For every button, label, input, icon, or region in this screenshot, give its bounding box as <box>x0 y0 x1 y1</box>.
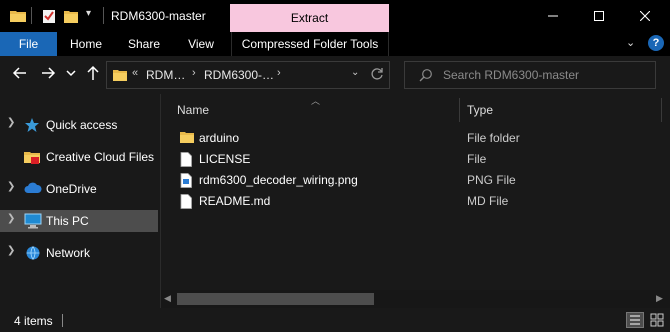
breadcrumb-item[interactable]: RDM6300-… <box>204 68 274 82</box>
tab-file[interactable]: File <box>0 32 57 56</box>
properties-icon[interactable] <box>42 9 56 27</box>
sort-ascending-icon: ︿ <box>311 96 321 106</box>
sidebar-item-label: Creative Cloud Files <box>46 150 155 164</box>
minimize-button[interactable] <box>530 0 576 32</box>
file-type: MD File <box>467 194 509 208</box>
title-bar: ▾ RDM6300-master Extract <box>0 0 670 32</box>
ribbon-tabs: File Home Share View Compressed Folder T… <box>0 32 670 56</box>
breadcrumb-separator-icon[interactable]: › <box>277 67 281 79</box>
expand-chevron-icon[interactable]: ❯ <box>7 117 15 128</box>
sidebar-item-quick-access[interactable]: ❯ Quick access <box>0 114 158 136</box>
close-button[interactable] <box>622 0 668 32</box>
status-bar: 4 items <box>0 308 670 332</box>
sidebar-item-this-pc[interactable]: ❯ This PC <box>0 210 158 232</box>
large-icons-view-button[interactable] <box>648 312 666 328</box>
navigation-bar: « RDM… › RDM6300-… › ⌄ <box>0 56 670 94</box>
column-divider[interactable] <box>459 98 460 122</box>
back-button[interactable] <box>12 65 28 84</box>
scroll-right-icon[interactable]: ▶ <box>656 293 663 304</box>
expand-ribbon-icon[interactable]: ⌄ <box>626 36 635 49</box>
network-icon <box>24 245 42 264</box>
search-box[interactable] <box>404 61 656 89</box>
tab-share[interactable]: Share <box>115 32 173 56</box>
sidebar-item-label: Network <box>46 246 91 260</box>
cloud-icon <box>24 181 42 198</box>
divider <box>103 7 104 24</box>
column-header-type[interactable]: Type <box>467 98 493 122</box>
new-folder-icon[interactable] <box>64 9 78 26</box>
up-button[interactable] <box>86 65 100 84</box>
file-type: PNG File <box>467 173 516 187</box>
maximize-button[interactable] <box>576 0 622 32</box>
scroll-left-icon[interactable]: ◀ <box>164 293 171 304</box>
file-name: LICENSE <box>199 152 251 166</box>
extract-contextual-tab[interactable]: Extract <box>230 4 389 32</box>
column-divider[interactable] <box>661 98 662 122</box>
expand-chevron-icon[interactable]: ❯ <box>7 213 15 224</box>
file-name: rdm6300_decoder_wiring.png <box>199 173 358 187</box>
file-row[interactable]: README.md MD File <box>177 191 647 212</box>
creative-cloud-folder-icon <box>24 149 40 168</box>
file-list: ︿ Name Type arduino File folder LICENSE … <box>161 94 670 308</box>
star-icon <box>24 117 40 136</box>
sidebar-item-label: Quick access <box>46 118 118 132</box>
breadcrumb-separator-icon[interactable]: › <box>192 67 196 79</box>
folder-icon <box>113 68 127 85</box>
help-icon[interactable]: ? <box>648 35 664 51</box>
folder-icon <box>180 131 194 147</box>
sidebar-item-label: This PC <box>46 214 89 228</box>
column-header-name[interactable]: Name <box>177 98 209 122</box>
file-row[interactable]: arduino File folder <box>177 128 647 149</box>
file-name: README.md <box>199 194 271 208</box>
tab-home[interactable]: Home <box>57 32 115 56</box>
sidebar-item-onedrive[interactable]: ❯ OneDrive <box>0 178 158 200</box>
search-icon <box>419 68 433 85</box>
address-bar[interactable]: « RDM… › RDM6300-… › ⌄ <box>106 61 390 89</box>
file-name: arduino <box>199 131 240 145</box>
computer-icon <box>24 213 42 232</box>
details-view-button[interactable] <box>626 312 644 328</box>
forward-button[interactable] <box>40 65 56 84</box>
expand-chevron-icon[interactable]: ❯ <box>7 245 15 256</box>
sidebar-item-network[interactable]: ❯ Network <box>0 242 158 264</box>
tab-view[interactable]: View <box>173 32 229 56</box>
navigation-pane: ❯ Quick access Creative Cloud Files ❯ On… <box>0 94 158 308</box>
breadcrumb-item[interactable]: RDM… <box>146 68 185 82</box>
breadcrumb-overflow-button[interactable]: « <box>132 67 138 79</box>
horizontal-scrollbar[interactable]: ◀ ▶ <box>161 290 670 308</box>
file-icon <box>180 194 192 212</box>
file-row[interactable]: rdm6300_decoder_wiring.png PNG File <box>177 170 647 191</box>
image-file-icon <box>180 173 192 191</box>
divider <box>31 7 32 24</box>
divider <box>62 314 63 327</box>
search-input[interactable] <box>443 62 648 88</box>
file-icon <box>180 152 192 170</box>
address-history-dropdown-icon[interactable]: ⌄ <box>351 67 359 78</box>
window-title: RDM6300-master <box>111 9 206 23</box>
sidebar-item-creative-cloud-files[interactable]: Creative Cloud Files <box>0 146 158 168</box>
file-type: File <box>467 152 487 166</box>
file-row[interactable]: LICENSE File <box>177 149 647 170</box>
sidebar-item-label: OneDrive <box>46 182 97 196</box>
recent-locations-button[interactable] <box>66 67 76 81</box>
file-type: File folder <box>467 131 520 145</box>
refresh-icon[interactable] <box>370 67 384 84</box>
scrollbar-thumb[interactable] <box>177 293 374 305</box>
expand-chevron-icon[interactable]: ❯ <box>7 181 15 192</box>
tab-compressed-folder-tools[interactable]: Compressed Folder Tools <box>231 32 389 56</box>
item-count: 4 items <box>14 314 53 328</box>
customize-toolbar-icon[interactable]: ▾ <box>86 8 91 19</box>
folder-icon[interactable] <box>10 9 26 25</box>
